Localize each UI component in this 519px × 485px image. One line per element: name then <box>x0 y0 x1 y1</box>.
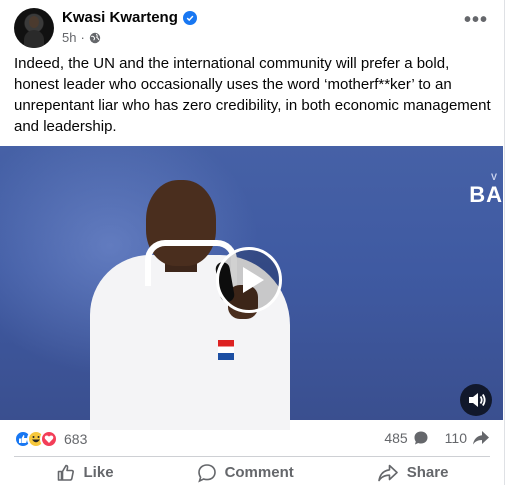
globe-icon <box>89 32 101 43</box>
post-text: Indeed, the UN and the international com… <box>14 55 491 135</box>
post-stats: 485 110 <box>384 430 490 446</box>
mute-button[interactable] <box>460 384 492 416</box>
post-actions: Like Comment Share <box>14 460 490 485</box>
banner-sub-text: V <box>490 172 497 182</box>
like-label: Like <box>83 464 114 481</box>
speaker-icon <box>469 393 486 407</box>
party-badge <box>218 340 234 360</box>
comment-stat[interactable]: 485 <box>384 430 428 446</box>
comment-icon <box>197 463 216 483</box>
post-meta: 5h · <box>62 30 101 45</box>
comment-label: Comment <box>224 464 294 481</box>
like-button[interactable]: Like <box>42 460 128 485</box>
author-row: Kwasi Kwarteng <box>62 9 197 26</box>
reaction-summary[interactable]: 683 <box>14 430 87 448</box>
meta-separator: · <box>80 30 85 45</box>
comment-bubble-icon <box>414 431 428 445</box>
post-header: Kwasi Kwarteng 5h · ••• <box>14 8 492 48</box>
reaction-count: 683 <box>64 431 88 447</box>
share-icon <box>377 464 398 481</box>
banner-text: BA <box>469 182 503 207</box>
more-options-icon[interactable]: ••• <box>464 10 488 30</box>
thumbs-up-icon <box>57 464 74 481</box>
play-button[interactable] <box>216 247 282 313</box>
play-icon <box>243 267 264 293</box>
share-count: 110 <box>444 430 467 446</box>
share-button[interactable]: Share <box>363 460 463 485</box>
comment-button[interactable]: Comment <box>183 460 308 485</box>
comment-count: 485 <box>384 430 408 446</box>
love-reaction-icon <box>40 430 58 448</box>
share-label: Share <box>406 464 449 481</box>
share-arrow-icon <box>473 431 489 445</box>
avatar[interactable] <box>14 8 54 48</box>
post-card: Kwasi Kwarteng 5h · ••• Indeed, the UN a… <box>0 0 505 485</box>
actions-divider <box>14 456 490 457</box>
share-stat[interactable]: 110 <box>445 430 490 446</box>
author-name[interactable]: Kwasi Kwarteng <box>62 9 178 26</box>
verified-badge-icon <box>182 10 197 25</box>
post-time[interactable]: 5h <box>62 30 76 45</box>
